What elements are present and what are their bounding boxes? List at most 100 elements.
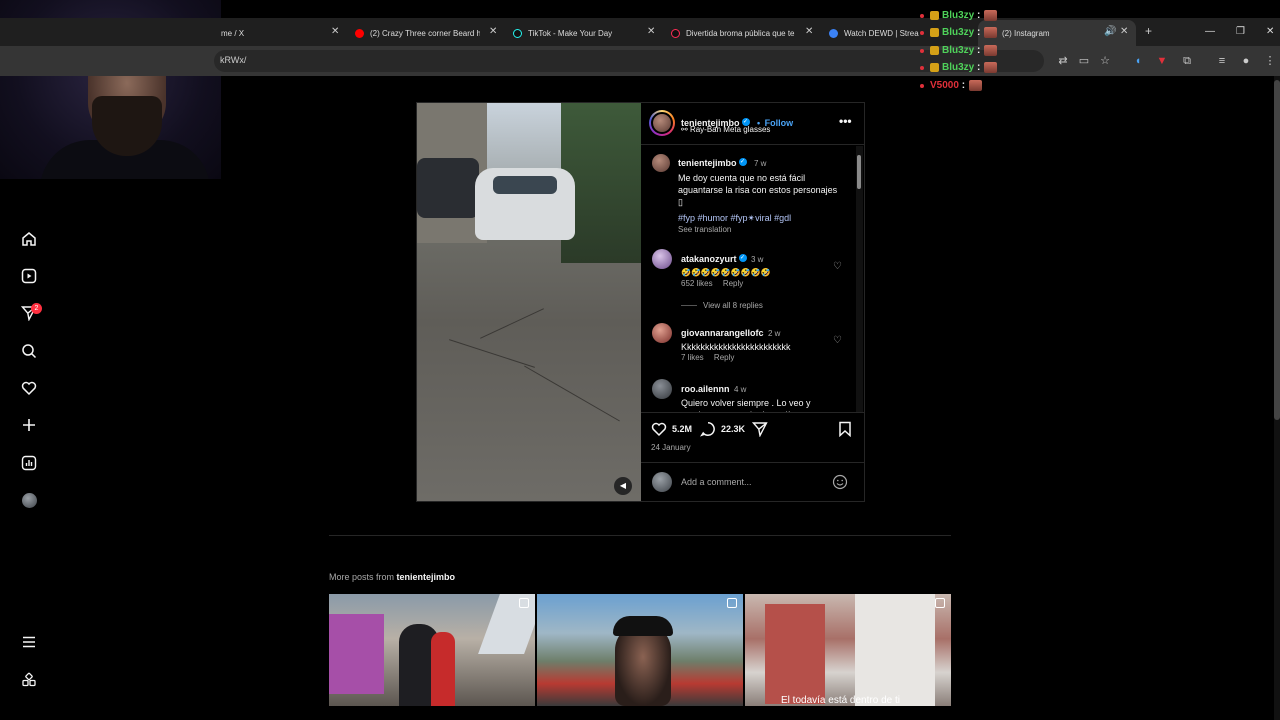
home-icon[interactable] bbox=[20, 230, 38, 248]
view-replies-button[interactable]: View all 8 replies bbox=[681, 301, 763, 310]
stream-site-icon bbox=[829, 28, 838, 38]
tab-x[interactable]: me / X bbox=[221, 22, 321, 44]
comment-likes[interactable]: 652 likes bbox=[681, 279, 713, 288]
close-tab-icon[interactable]: ✕ bbox=[489, 26, 497, 37]
reels-icon[interactable] bbox=[20, 267, 38, 285]
translate-icon[interactable]: ⇄ bbox=[1057, 55, 1069, 67]
chat-sep: : bbox=[977, 27, 981, 38]
reply-button[interactable]: Reply bbox=[714, 353, 734, 362]
restore-icon[interactable]: ❐ bbox=[1236, 26, 1245, 37]
create-icon[interactable] bbox=[20, 416, 38, 434]
tab-label: Watch DEWD | Strear bbox=[844, 28, 919, 38]
save-button[interactable] bbox=[838, 421, 852, 442]
more-menu-icon[interactable] bbox=[20, 633, 38, 651]
comment-likes[interactable]: 7 likes bbox=[681, 353, 704, 362]
comment: roo.ailennn 4 w Quiero volver siempre . … bbox=[681, 379, 821, 412]
share-button[interactable] bbox=[751, 421, 768, 442]
see-translation-link[interactable]: See translation bbox=[678, 225, 731, 234]
tab-dewd[interactable]: Watch DEWD | Strear bbox=[829, 22, 919, 44]
post-thumbnail[interactable] bbox=[329, 594, 535, 706]
caption-avatar[interactable] bbox=[652, 154, 670, 172]
heart-icon bbox=[651, 422, 667, 437]
tab-audio-icon[interactable]: 🔊 bbox=[1104, 26, 1116, 37]
emoji-icon[interactable] bbox=[832, 474, 848, 495]
menu-icon[interactable]: ⋮ bbox=[1264, 55, 1276, 67]
comment-meta: 652 likes Reply bbox=[681, 279, 743, 288]
caption: tenientejimbo ✓ 7 w Me doy cuenta que no … bbox=[678, 153, 848, 208]
chat-sep: : bbox=[977, 62, 981, 73]
comments-scrollbar-thumb[interactable] bbox=[857, 155, 861, 189]
like-comment-icon[interactable]: ♡ bbox=[833, 262, 843, 272]
chat-sep: : bbox=[977, 45, 981, 56]
search-icon[interactable] bbox=[20, 342, 38, 360]
profile-avatar[interactable] bbox=[20, 491, 38, 509]
also-from-meta-icon[interactable] bbox=[20, 671, 38, 689]
more-posts-heading: More posts from tenientejimbo bbox=[329, 572, 455, 582]
page-scrollbar-thumb[interactable] bbox=[1274, 80, 1280, 420]
chat-user: V5000 bbox=[930, 80, 959, 91]
tab-instagram[interactable]: (2) Instagram bbox=[1002, 22, 1102, 44]
more-options-icon[interactable]: ••• bbox=[839, 114, 852, 128]
close-tab-icon[interactable]: ✕ bbox=[331, 26, 339, 37]
emote-icon bbox=[984, 45, 998, 56]
chat-message: Blu3zy : bbox=[920, 45, 998, 56]
add-comment-input[interactable]: Add a comment... bbox=[681, 477, 752, 487]
volume-icon[interactable]: ◀ bbox=[614, 477, 632, 495]
comment-username[interactable]: roo.ailennn bbox=[681, 384, 730, 394]
author-avatar[interactable] bbox=[649, 110, 675, 136]
comment-age: 3 w bbox=[750, 255, 764, 264]
reel-icon bbox=[727, 598, 737, 608]
like-comment-icon[interactable]: ♡ bbox=[833, 336, 843, 346]
minimize-icon[interactable]: — bbox=[1205, 26, 1215, 37]
chat-user: Blu3zy bbox=[942, 45, 975, 56]
comment-count[interactable]: 22.3K bbox=[721, 424, 745, 434]
comment-clip: roo.ailennn 4 w Quiero volver siempre . … bbox=[645, 372, 855, 412]
comment-username[interactable]: atakanozyurt bbox=[681, 254, 737, 264]
chat-message: Blu3zy : bbox=[920, 10, 998, 21]
dashboard-icon[interactable] bbox=[20, 454, 38, 472]
sub-badge-icon bbox=[930, 63, 939, 72]
chat-sep: : bbox=[961, 80, 966, 91]
comment-age: 4 w bbox=[733, 385, 747, 394]
share-icon bbox=[751, 422, 768, 438]
extensions-puzzle-icon[interactable]: ⧉ bbox=[1181, 55, 1193, 67]
comment-avatar[interactable] bbox=[652, 249, 672, 269]
comment-avatar[interactable] bbox=[652, 323, 672, 343]
sub-badge-icon bbox=[930, 46, 939, 55]
comment-avatar[interactable] bbox=[652, 379, 672, 399]
post-thumbnail[interactable] bbox=[537, 594, 743, 706]
post-video[interactable] bbox=[417, 103, 641, 501]
comment-age: 2 w bbox=[767, 329, 781, 338]
like-count[interactable]: 5.2M bbox=[672, 424, 692, 434]
add-comment-bar bbox=[641, 462, 864, 501]
cast-icon[interactable]: ▭ bbox=[1078, 55, 1090, 67]
profile-icon[interactable]: ● bbox=[1240, 55, 1252, 67]
tab-tiktok[interactable]: TikTok - Make Your Day bbox=[513, 22, 638, 44]
new-tab-button[interactable]: + bbox=[1145, 24, 1152, 38]
comment: atakanozyurt ✓ 3 w 🤣🤣🤣🤣🤣🤣🤣🤣🤣 bbox=[681, 249, 771, 279]
tab-youtube[interactable]: (2) Crazy Three corner Beard ha bbox=[355, 22, 480, 44]
extension-icon[interactable]: ◖ bbox=[1132, 55, 1144, 67]
tab-tiktok-2[interactable]: Divertida broma pública que te bbox=[671, 22, 796, 44]
extension-icon[interactable]: ▼ bbox=[1156, 55, 1168, 67]
like-button[interactable] bbox=[651, 421, 667, 442]
close-window-icon[interactable]: ✕ bbox=[1266, 26, 1274, 37]
address-bar-text[interactable]: kRWx/ bbox=[220, 55, 246, 65]
notifications-icon[interactable] bbox=[20, 379, 38, 397]
media-control-icon[interactable]: ≡ bbox=[1216, 55, 1228, 67]
comment-button[interactable] bbox=[699, 421, 716, 442]
comment-username[interactable]: giovannarangellofc bbox=[681, 328, 764, 338]
caption-hashtags[interactable]: #fyp #humor #fyp✴viral #gdl bbox=[678, 213, 791, 224]
caption-author[interactable]: tenientejimbo bbox=[678, 158, 737, 168]
post-thumbnail[interactable]: El todavía está dentro de ti bbox=[745, 594, 951, 706]
reply-button[interactable]: Reply bbox=[723, 279, 743, 288]
chat-message: Blu3zy : bbox=[920, 27, 998, 38]
audio-line[interactable]: ⚯ Ray-Ban Meta glasses bbox=[681, 125, 770, 134]
close-tab-icon[interactable]: ✕ bbox=[805, 26, 813, 37]
close-tab-icon[interactable]: ✕ bbox=[1120, 26, 1128, 37]
comment-icon bbox=[699, 422, 715, 437]
emote-icon bbox=[984, 27, 998, 38]
close-tab-icon[interactable]: ✕ bbox=[647, 26, 655, 37]
bookmark-star-icon[interactable]: ☆ bbox=[1099, 55, 1111, 67]
more-posts-author[interactable]: tenientejimbo bbox=[397, 572, 456, 582]
